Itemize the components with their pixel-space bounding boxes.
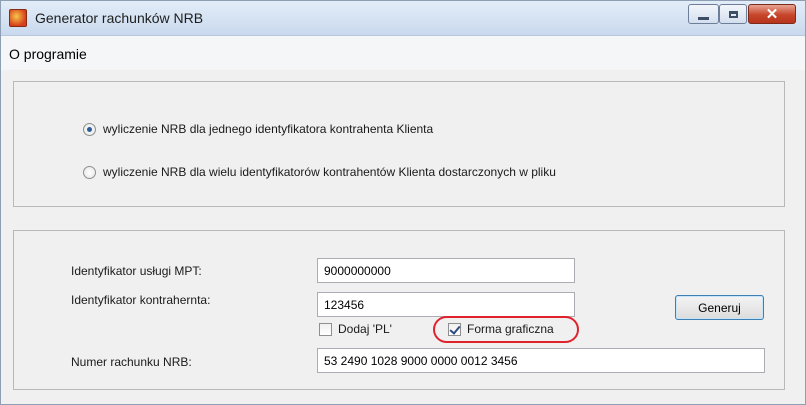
app-window: Generator rachunków NRB ✕ O programie wy… (0, 0, 806, 405)
highlight-annotation (433, 316, 579, 343)
radio-button[interactable] (83, 165, 96, 179)
contractor-id-label: Identyfikator kontrahernta: (71, 293, 211, 307)
maximize-button[interactable] (719, 4, 747, 24)
contractor-id-input[interactable] (317, 292, 575, 317)
menu-bar: O programie (1, 36, 805, 70)
service-id-input[interactable] (317, 258, 575, 283)
nrb-output-field[interactable] (317, 348, 765, 373)
app-icon[interactable] (9, 9, 27, 27)
close-button[interactable]: ✕ (748, 4, 796, 24)
minimize-icon (698, 16, 709, 20)
minimize-button[interactable] (688, 4, 719, 24)
radio-label: wyliczenie NRB dla jednego identyfikator… (103, 122, 434, 136)
add-pl-checkbox[interactable] (319, 322, 332, 336)
menu-item-o-programie[interactable]: O programie (9, 46, 87, 62)
close-icon: ✕ (765, 5, 779, 23)
service-id-label: Identyfikator usługi MPT: (71, 264, 202, 278)
radio-label: wyliczenie NRB dla wielu identyfikatorów… (103, 165, 556, 179)
mode-groupbox (13, 81, 785, 207)
maximize-icon (728, 10, 738, 18)
window-title: Generator rachunków NRB (35, 10, 204, 26)
title-bar[interactable]: Generator rachunków NRB ✕ (1, 1, 805, 36)
radio-single-contractor[interactable]: wyliczenie NRB dla jednego identyfikator… (83, 122, 433, 136)
generate-button[interactable]: Generuj (675, 295, 764, 320)
radio-multiple-contractors[interactable]: wyliczenie NRB dla wielu identyfikatorów… (83, 165, 556, 179)
add-pl-label: Dodaj 'PL' (338, 322, 392, 336)
nrb-label: Numer rachunku NRB: (71, 355, 192, 369)
add-pl-checkbox-row[interactable]: Dodaj 'PL' (319, 322, 392, 336)
radio-button[interactable] (83, 122, 96, 136)
